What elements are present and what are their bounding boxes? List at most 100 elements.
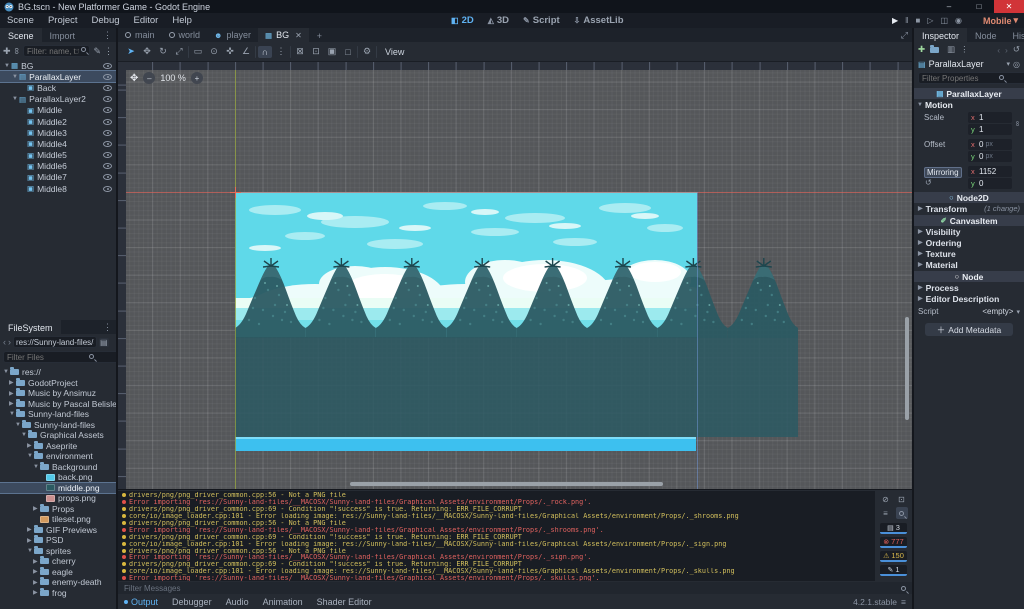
scene-tree-row[interactable]: ▣Middle6 <box>0 161 116 172</box>
section-material[interactable]: ▶Material <box>914 259 1024 270</box>
instance-scene-button[interactable]: ∞ <box>12 48 22 54</box>
expander-icon[interactable]: ▼ <box>11 74 19 80</box>
section-editor-description[interactable]: ▶Editor Description <box>914 293 1024 304</box>
mode-script[interactable]: ✎Script <box>518 15 565 26</box>
warnings-count-toggle[interactable]: ⚠150 <box>880 551 907 562</box>
expander-icon[interactable]: ▶ <box>9 390 16 397</box>
fs-tree-row[interactable]: ▶Music by Ansimuz <box>0 388 116 399</box>
snap-options-icon[interactable]: ⋮ <box>274 45 288 58</box>
new-resource-icon[interactable]: ✚ <box>918 44 925 55</box>
bottom-tab-audio[interactable]: Audio <box>226 597 249 607</box>
menu-debug[interactable]: Debug <box>85 15 127 26</box>
menu-help[interactable]: Help <box>165 15 199 26</box>
minimize-button[interactable]: – <box>934 0 964 13</box>
expander-icon[interactable]: ▶ <box>9 400 16 407</box>
visibility-eye-icon[interactable] <box>103 74 112 80</box>
expander-icon[interactable]: ▶ <box>27 526 34 533</box>
fs-tree-row[interactable]: ▼sprites <box>0 546 116 557</box>
expander-icon[interactable]: ▼ <box>21 432 28 438</box>
restore-button[interactable]: □ <box>964 0 994 13</box>
scene-filter-input[interactable] <box>23 45 90 57</box>
collapse-duplicates-icon[interactable]: ≡ <box>880 507 892 519</box>
update-settings-icon[interactable]: ≡ <box>901 597 906 607</box>
history-back-icon[interactable]: ‹ <box>997 45 1000 55</box>
section-ordering[interactable]: ▶Ordering <box>914 237 1024 248</box>
object-options-icon[interactable]: ◎ <box>1013 60 1020 69</box>
search-output-icon[interactable] <box>896 507 908 519</box>
add-node-button[interactable]: ✚ <box>3 46 11 57</box>
fs-tree-row[interactable]: ▶PSD <box>0 535 116 546</box>
fs-tree-row[interactable]: ▼Sunny-land-files <box>0 420 116 431</box>
revert-icon[interactable]: ↺ <box>925 178 932 187</box>
fs-tree-row[interactable]: ▼res:// <box>0 367 116 378</box>
attach-script-button[interactable]: ✎ <box>93 46 101 57</box>
fs-filter-input[interactable] <box>3 351 128 363</box>
link-scale-icon[interactable]: ∞ <box>1005 119 1024 129</box>
bottom-tab-debugger[interactable]: Debugger <box>172 597 212 607</box>
fs-forward-button[interactable]: › <box>8 337 11 347</box>
fs-tree-row[interactable]: tileset.png <box>0 514 116 525</box>
clear-output-icon[interactable]: ⊘ <box>880 493 892 505</box>
visibility-eye-icon[interactable] <box>103 152 112 158</box>
output-log[interactable]: drivers/png/png_driver_common.cpp:56 - N… <box>118 491 875 581</box>
fs-tree-row[interactable]: ▼Graphical Assets <box>0 430 116 441</box>
inspector-node-selector[interactable]: ▤ ParallaxLayer ▾ ◎ <box>914 57 1024 71</box>
menu-project[interactable]: Project <box>41 15 85 26</box>
motion-group-header[interactable]: ▼ Motion <box>914 99 1024 110</box>
close-tab-icon[interactable]: ✕ <box>295 31 302 40</box>
visibility-eye-icon[interactable] <box>103 186 112 192</box>
scene-tree-row[interactable]: ▣Middle <box>0 105 116 116</box>
fs-back-button[interactable]: ‹ <box>3 337 6 347</box>
edits-count-toggle[interactable]: ✎1 <box>880 565 907 576</box>
tab-import[interactable]: Import <box>42 28 84 42</box>
expander-icon[interactable]: ▶ <box>33 558 40 565</box>
expander-icon[interactable]: ▶ <box>27 537 34 544</box>
errors-count-toggle[interactable]: ⊗777 <box>880 537 907 548</box>
visibility-eye-icon[interactable] <box>103 174 112 180</box>
script-property[interactable]: Script <empty> ▾ <box>914 304 1024 319</box>
expander-icon[interactable]: ▶ <box>33 568 40 575</box>
tab-scene[interactable]: Scene <box>0 28 42 42</box>
bottom-tab-output[interactable]: Output <box>124 597 158 607</box>
bottom-tab-animation[interactable]: Animation <box>263 597 303 607</box>
mode-assetlib[interactable]: ⇩AssetLib <box>569 15 629 26</box>
load-resource-icon[interactable] <box>930 47 939 53</box>
move-tool-icon[interactable]: ✥ <box>140 45 154 58</box>
scene-tree-row[interactable]: ▣Middle7 <box>0 172 116 183</box>
renderer-dropdown[interactable]: Mobile▾ <box>983 13 1018 28</box>
stop-button[interactable]: ■ <box>915 16 920 25</box>
scene-tree-row[interactable]: ▣Middle8 <box>0 183 116 194</box>
canvas-hscrollbar[interactable] <box>350 482 663 486</box>
lock-node-icon[interactable]: ⊠ <box>293 45 307 58</box>
scene-dock-menu-icon[interactable]: ⋮ <box>99 28 116 42</box>
visibility-eye-icon[interactable] <box>103 130 112 136</box>
center-view-icon[interactable]: ✥ <box>130 73 138 84</box>
fs-tree-row[interactable]: ▶cherry <box>0 556 116 567</box>
expander-icon[interactable]: ▼ <box>27 453 34 459</box>
pause-button[interactable]: ‖ <box>905 16 908 25</box>
inspector-filter-input[interactable] <box>918 72 1024 84</box>
bottom-tab-shader-editor[interactable]: Shader Editor <box>317 597 372 607</box>
movie-maker-button[interactable]: ◉ <box>955 16 962 25</box>
section-visibility[interactable]: ▶Visibility <box>914 226 1024 237</box>
mode-3d[interactable]: ◭3D <box>483 15 514 26</box>
fs-tree-row[interactable]: ▶Aseprite <box>0 441 116 452</box>
fs-split-mode-icon[interactable]: ▤ <box>99 338 109 347</box>
history-forward-icon[interactable]: › <box>1005 45 1008 55</box>
expander-icon[interactable]: ▼ <box>11 96 19 102</box>
scene-tree-row[interactable]: ▣Middle5 <box>0 150 116 161</box>
expander-icon[interactable]: ▼ <box>15 422 22 428</box>
visibility-eye-icon[interactable] <box>103 163 112 169</box>
resource-options-icon[interactable]: ⋮ <box>960 44 969 55</box>
message-filter-bar[interactable]: Filter Messages <box>118 582 912 594</box>
zoom-out-button[interactable]: – <box>143 72 155 84</box>
expander-icon[interactable]: ▼ <box>3 369 10 375</box>
unlock-node-icon[interactable]: ⊡ <box>309 45 323 58</box>
save-resource-icon[interactable]: ▥ <box>947 44 955 55</box>
tab-inspector[interactable]: Inspector <box>914 28 967 42</box>
select-tool-icon[interactable]: ➤ <box>124 45 138 58</box>
scale-tool-icon[interactable]: ⤢ <box>172 45 186 58</box>
section-transform[interactable]: ▶Transform(1 change) <box>914 203 1024 214</box>
play-scene-button[interactable]: ▷ <box>927 16 933 25</box>
fs-tree-row[interactable]: ▶GIF Previews <box>0 525 116 536</box>
